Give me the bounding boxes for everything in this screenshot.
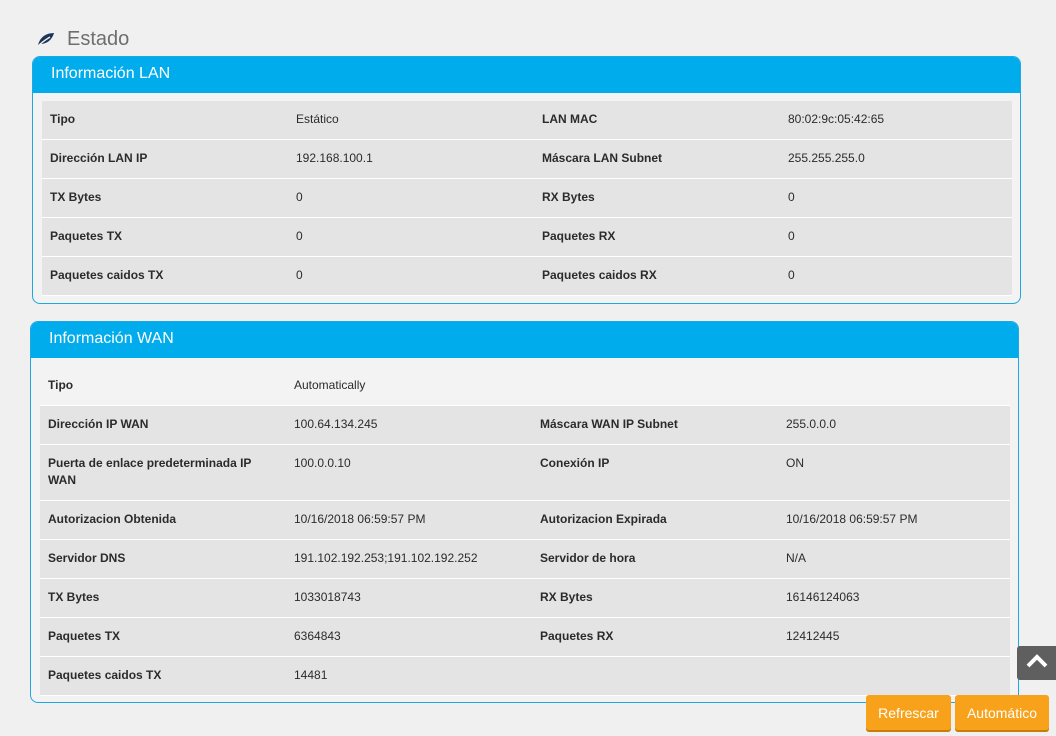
page-title: Estado [67, 27, 130, 50]
field-label: Paquetes caidos TX [42, 257, 288, 296]
field-value: Estático [288, 101, 534, 140]
field-label: TX Bytes [40, 579, 286, 618]
field-value: 10/16/2018 06:59:57 PM [778, 501, 1010, 540]
field-label: Paquetes RX [532, 618, 778, 657]
field-value: ON [778, 445, 1010, 501]
field-value: 1033018743 [286, 579, 532, 618]
wan-info-row: TX Bytes 1033018743 RX Bytes 16146124063 [40, 579, 1010, 618]
auto-button[interactable]: Automático [955, 695, 1049, 730]
lan-info-row: Dirección LAN IP 192.168.100.1 Máscara LAN… [42, 140, 1012, 179]
wan-info-row: Servidor DNS 191.102.192.253;191.102.192.… [40, 540, 1010, 579]
field-label: Servidor de hora [532, 540, 778, 579]
field-value: 14481 [286, 657, 532, 696]
field-value: 0 [288, 218, 534, 257]
lan-panel-title: Información LAN [33, 57, 1020, 93]
field-value: 100.0.0.10 [286, 445, 532, 501]
field-label: Servidor DNS [40, 540, 286, 579]
wan-info-row: Paquetes TX 6364843 Paquetes RX 12412445 [40, 618, 1010, 657]
field-label: LAN MAC [534, 101, 780, 140]
field-value: 10/16/2018 06:59:57 PM [286, 501, 532, 540]
field-value [778, 657, 1010, 696]
wan-info-row: Dirección IP WAN 100.64.134.245 Máscara WA… [40, 406, 1010, 445]
field-label: Autorizacion Expirada [532, 501, 778, 540]
field-label: Máscara LAN Subnet [534, 140, 780, 179]
field-value: 16146124063 [778, 579, 1010, 618]
field-value: N/A [778, 540, 1010, 579]
field-label: RX Bytes [534, 179, 780, 218]
field-value: Automatically [286, 367, 532, 406]
field-label: Paquetes caidos TX [40, 657, 286, 696]
lan-info-row: TX Bytes 0 RX Bytes 0 [42, 179, 1012, 218]
field-label: Paquetes TX [40, 618, 286, 657]
field-label [532, 367, 778, 406]
field-label: Conexión IP [532, 445, 778, 501]
field-value: 6364843 [286, 618, 532, 657]
field-label [532, 657, 778, 696]
chevron-up-icon [1026, 653, 1048, 673]
field-label: Puerta de enlace predeterminada IP WAN [40, 445, 286, 501]
wan-info-row: Autorizacion Obtenida 10/16/2018 06:59:57… [40, 501, 1010, 540]
field-label: Tipo [40, 367, 286, 406]
field-label: Paquetes TX [42, 218, 288, 257]
lan-info-row: Paquetes caidos TX 0 Paquetes caidos RX 0 [42, 257, 1012, 296]
field-value [778, 367, 1010, 406]
field-label: Autorizacion Obtenida [40, 501, 286, 540]
field-value: 192.168.100.1 [288, 140, 534, 179]
lan-info-panel: Información LAN Tipo Estático LAN MAC 80:02… [32, 56, 1021, 304]
wan-info-row: Puerta de enlace predeterminada IP WAN 10… [40, 445, 1010, 501]
wan-info-row: Tipo Automatically [40, 367, 1010, 406]
field-label: Máscara WAN IP Subnet [532, 406, 778, 445]
scroll-to-top-button[interactable] [1017, 646, 1056, 680]
wan-info-row: Paquetes caidos TX 14481 [40, 657, 1010, 696]
leaf-icon [36, 29, 56, 49]
field-label: Paquetes caidos RX [534, 257, 780, 296]
field-value: 0 [780, 218, 1012, 257]
lan-info-table: Tipo Estático LAN MAC 80:02:9c:05:42:65 Dire… [42, 101, 1012, 296]
field-value: 0 [780, 179, 1012, 218]
field-value: 0 [288, 257, 534, 296]
field-value: 0 [780, 257, 1012, 296]
wan-info-panel: Información WAN Tipo Automatically Direcci… [30, 321, 1019, 703]
page-header: Estado [36, 26, 129, 52]
lan-info-row: Paquetes TX 0 Paquetes RX 0 [42, 218, 1012, 257]
field-value: 80:02:9c:05:42:65 [780, 101, 1012, 140]
field-label: TX Bytes [42, 179, 288, 218]
refresh-button[interactable]: Refrescar [866, 695, 951, 730]
field-value: 255.255.255.0 [780, 140, 1012, 179]
field-value: 0 [288, 179, 534, 218]
field-value: 12412445 [778, 618, 1010, 657]
field-value: 191.102.192.253;191.102.192.252 [286, 540, 532, 579]
lan-info-row: Tipo Estático LAN MAC 80:02:9c:05:42:65 [42, 101, 1012, 140]
field-label: Tipo [42, 101, 288, 140]
field-label: Dirección IP WAN [40, 406, 286, 445]
field-value: 255.0.0.0 [778, 406, 1010, 445]
wan-info-table: Tipo Automatically Dirección IP WAN 100.64.… [40, 367, 1010, 696]
field-label: Paquetes RX [534, 218, 780, 257]
field-label: RX Bytes [532, 579, 778, 618]
field-value: 100.64.134.245 [286, 406, 532, 445]
field-label: Dirección LAN IP [42, 140, 288, 179]
wan-panel-title: Información WAN [31, 322, 1018, 358]
